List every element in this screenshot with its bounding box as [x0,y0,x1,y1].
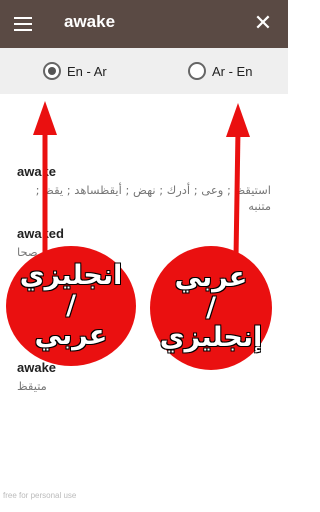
annotation-bubble-ar-en: عربي / إنجليزي [150,246,272,370]
bubble-line: عربي [174,262,248,293]
bubble-line: / [206,292,216,323]
bubble-line: عربي [34,320,108,351]
radio-en-ar[interactable]: En - Ar [43,62,107,80]
annotation-bubble-en-ar: انجليزي / عربي [6,246,136,366]
search-query[interactable]: awake [64,12,115,32]
radio-en-ar-circle[interactable] [43,62,61,80]
bubble-line: انجليزي [19,260,123,291]
footer-note: free for personal use [3,491,77,500]
radio-ar-en-label: Ar - En [212,63,253,79]
direction-selector: En - Ar Ar - En [0,48,288,94]
app-bar: awake ✕ [0,0,288,48]
radio-ar-en-circle[interactable] [188,62,206,80]
radio-en-ar-label: En - Ar [67,63,107,79]
entry-word: awaked [17,226,64,241]
menu-icon[interactable] [12,14,34,34]
bubble-line: إنجليزي [159,322,263,353]
entry-meaning: استيقظ ; وعى ; أدرك ; نهض ; أيقظساهد ; ي… [35,183,271,213]
radio-ar-en[interactable]: Ar - En [188,62,252,80]
list-item[interactable]: awake استيقظ ; وعى ; أدرك ; نهض ; أيقظسا… [17,164,271,214]
entry-word: awake [17,164,57,179]
bubble-line: / [66,290,76,321]
close-icon[interactable]: ✕ [252,12,274,34]
entry-meaning: متيقظ [17,379,47,393]
